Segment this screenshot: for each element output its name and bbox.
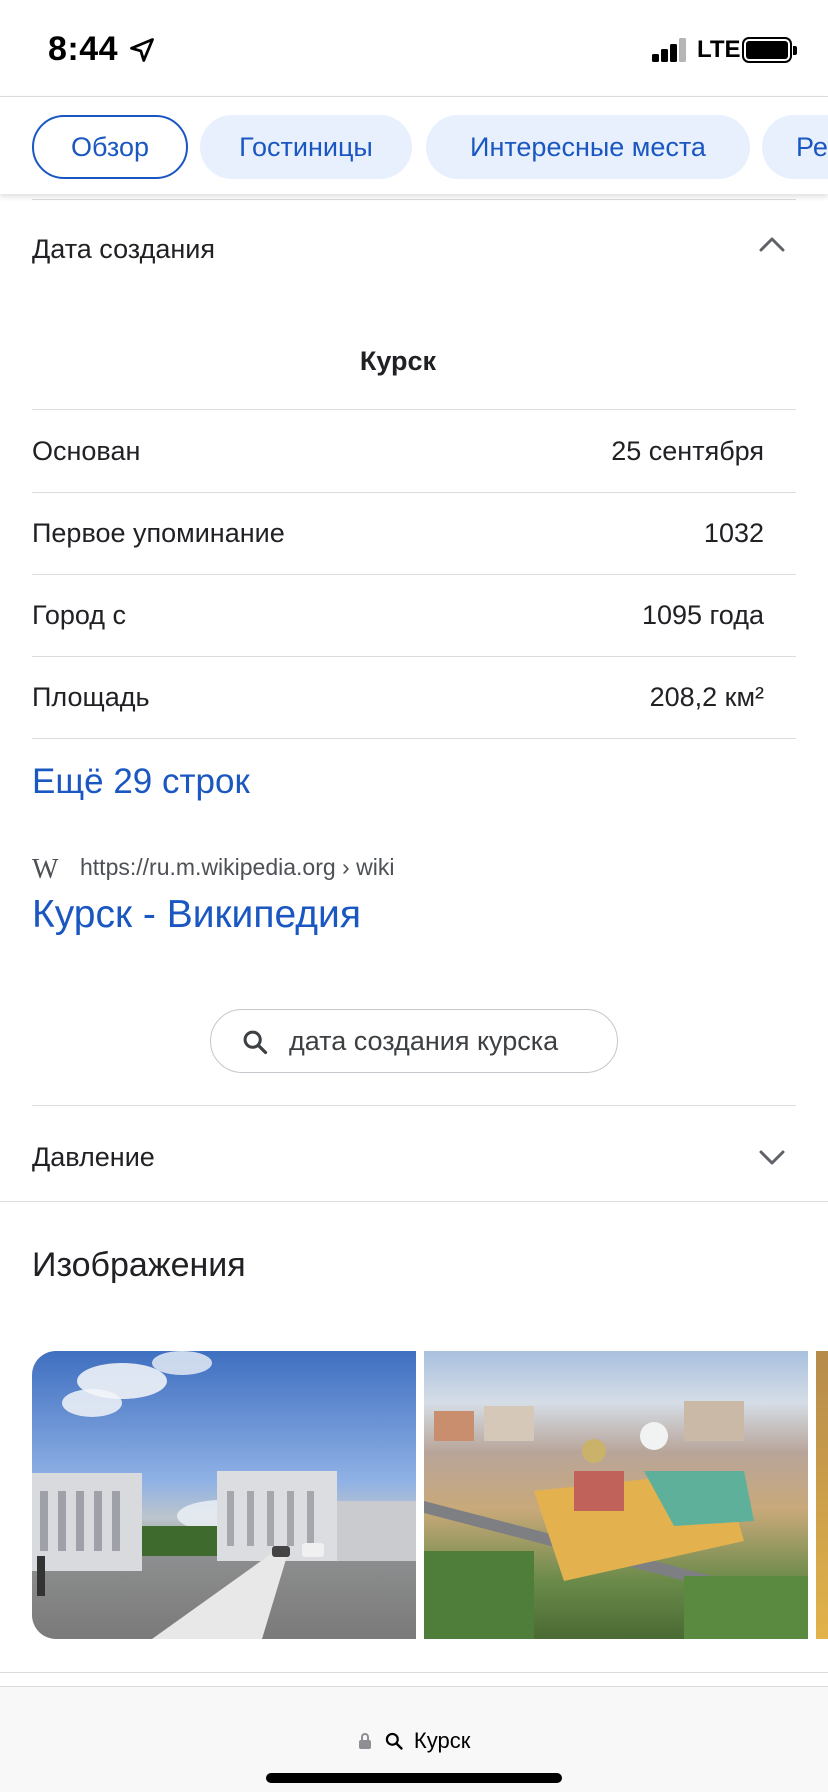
- related-search-button[interactable]: дата создания курска: [210, 1009, 618, 1073]
- result-title-link[interactable]: Курск - Википедия: [32, 893, 361, 937]
- row-value: 1095 года: [641, 600, 764, 630]
- lock-icon: [358, 1733, 371, 1750]
- city-image-2[interactable]: [424, 1351, 808, 1639]
- image-street-scene: [32, 1351, 416, 1639]
- accordion-title[interactable]: Давление: [32, 1142, 155, 1173]
- url-text: Курск: [413, 1728, 471, 1754]
- accordion-title[interactable]: Дата создания: [32, 234, 215, 265]
- city-image-1[interactable]: [32, 1351, 416, 1639]
- row-value: 208,2 км²: [649, 682, 764, 712]
- divider: [32, 1105, 796, 1106]
- section-divider: [0, 1672, 828, 1673]
- location-arrow-icon: [130, 38, 154, 62]
- row-label: Площадь: [32, 682, 150, 712]
- row-label: Город с: [32, 600, 127, 630]
- section-divider: [0, 1201, 828, 1202]
- chip-attractions[interactable]: Интересные места: [426, 115, 750, 179]
- row-label: Основан: [32, 436, 141, 466]
- divider: [32, 199, 796, 200]
- card-title: Курск: [359, 346, 437, 376]
- related-search-text: дата создания курска: [289, 1026, 559, 1056]
- wikipedia-logo-icon: W: [32, 854, 58, 885]
- battery-icon: [742, 37, 797, 63]
- search-icon: [243, 1030, 268, 1055]
- signal-icon: [652, 38, 688, 62]
- city-image-3-partial[interactable]: [816, 1351, 828, 1639]
- chip-partial[interactable]: Ре: [762, 115, 828, 179]
- row-label: Первое упоминание: [32, 518, 285, 548]
- chevron-up-icon[interactable]: [757, 234, 787, 254]
- more-rows-link[interactable]: Ещё 29 строк: [32, 762, 250, 802]
- divider: [32, 656, 796, 657]
- browser-address-bar[interactable]: Курск: [0, 1686, 828, 1792]
- chip-overview[interactable]: Обзор: [32, 115, 188, 179]
- status-time: 8:44: [48, 30, 119, 68]
- divider: [32, 492, 796, 493]
- divider: [32, 409, 796, 410]
- images-heading: Изображения: [32, 1246, 246, 1284]
- chevron-down-icon[interactable]: [757, 1148, 787, 1168]
- row-value: 1032: [703, 518, 764, 548]
- chip-hotels[interactable]: Гостиницы: [200, 115, 412, 179]
- category-chips: Обзор Гостиницы Интересные места Ре: [0, 96, 828, 194]
- image-aerial-view: [424, 1401, 808, 1639]
- divider: [32, 574, 796, 575]
- divider: [32, 738, 796, 739]
- row-value: 25 сентября: [611, 436, 764, 466]
- home-indicator[interactable]: [266, 1773, 562, 1783]
- network-type: LTE: [697, 36, 741, 63]
- status-bar: 8:44 LTE: [0, 0, 828, 96]
- url-display[interactable]: Курск: [0, 1727, 828, 1754]
- source-url[interactable]: https://ru.m.wikipedia.org › wiki: [80, 854, 394, 881]
- search-icon: [385, 1733, 403, 1750]
